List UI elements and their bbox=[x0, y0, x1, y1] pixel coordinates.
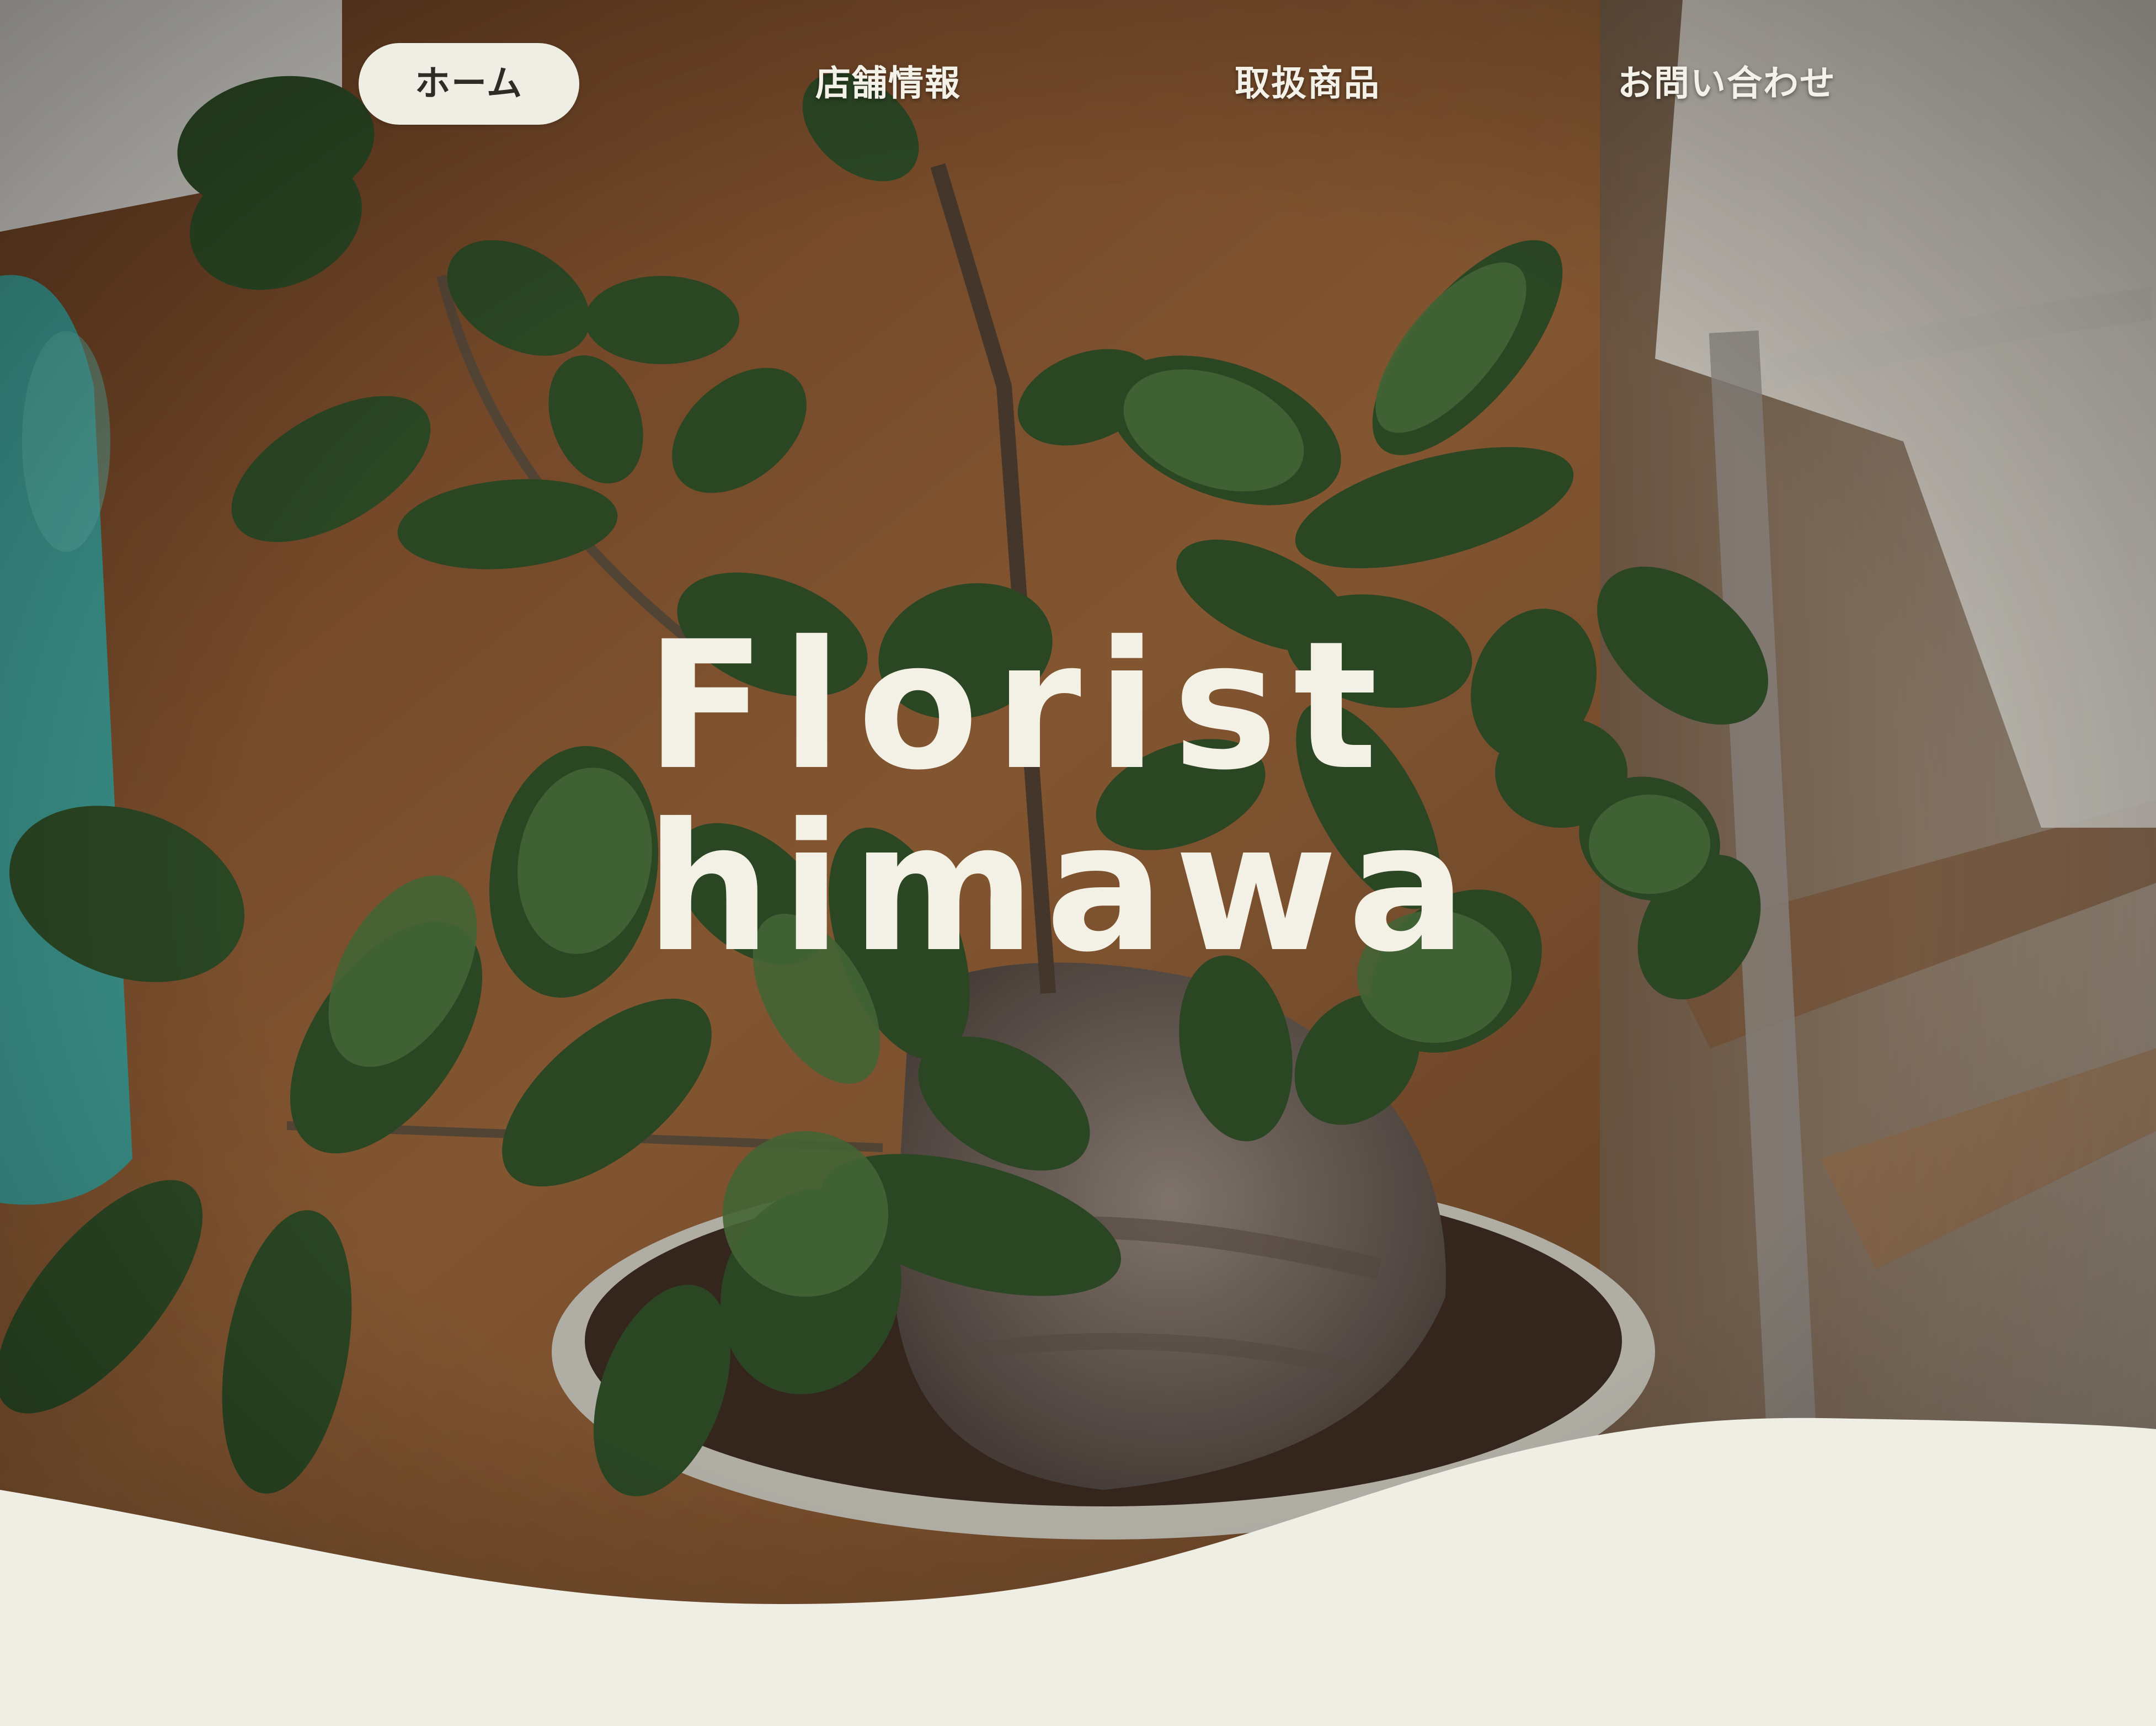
hero-section: ホーム 店舗情報 取扱商品 お問い合わせ Florist himawari bbox=[0, 0, 2156, 1726]
brand-logo-line-2: himawari bbox=[645, 786, 1462, 982]
nav-contact-link[interactable]: お問い合わせ bbox=[1578, 43, 1876, 125]
hero-wave-divider bbox=[0, 1418, 2156, 1726]
nav-products-link[interactable]: 取扱商品 bbox=[1197, 43, 1418, 125]
nav-store-info-link[interactable]: 店舗情報 bbox=[778, 43, 999, 125]
global-nav: ホーム 店舗情報 取扱商品 お問い合わせ bbox=[0, 0, 2156, 166]
brand-logo: Florist himawari bbox=[645, 604, 1462, 982]
nav-home-button[interactable]: ホーム bbox=[359, 43, 579, 125]
brand-logo-line-1: Florist bbox=[645, 604, 1393, 809]
